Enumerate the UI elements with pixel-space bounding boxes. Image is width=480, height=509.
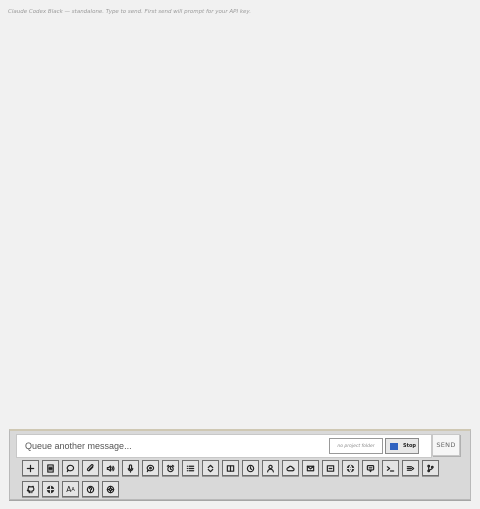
expand-collapse-icon[interactable] [202, 460, 219, 476]
help-icon[interactable] [82, 481, 99, 497]
project-folder-button[interactable]: no project folder [329, 438, 383, 454]
alarm-clock-icon[interactable] [162, 460, 179, 476]
folder-icon[interactable] [322, 460, 339, 476]
message-input[interactable] [17, 435, 317, 457]
message-input-row: no project folder Stop [16, 434, 432, 458]
github-icon[interactable] [22, 481, 39, 497]
status-text: Claude Codex Black — standalone. Type to… [8, 9, 251, 15]
speaker-icon[interactable] [102, 460, 119, 476]
mail-icon[interactable] [302, 460, 319, 476]
font-size-small-glyph: A [71, 487, 75, 493]
send-button[interactable]: SEND [432, 434, 460, 456]
stop-button[interactable]: Stop [385, 438, 419, 454]
speech-bubble-icon[interactable] [362, 460, 379, 476]
microphone-icon[interactable] [122, 460, 139, 476]
terminal-icon[interactable] [382, 460, 399, 476]
globe-grid-icon[interactable] [42, 481, 59, 497]
list-icon[interactable] [182, 460, 199, 476]
chat-bubble-icon[interactable] [62, 460, 79, 476]
font-size-icon[interactable]: AA [62, 481, 79, 497]
stop-square-icon [390, 442, 398, 450]
settings-icon[interactable] [102, 481, 119, 497]
chat-search-icon[interactable] [142, 460, 159, 476]
paperclip-icon[interactable] [82, 460, 99, 476]
document-icon[interactable] [42, 460, 59, 476]
git-branch-icon[interactable] [422, 460, 439, 476]
person-icon[interactable] [262, 460, 279, 476]
columns-icon[interactable] [222, 460, 239, 476]
stop-label: Stop [403, 443, 417, 449]
timer-icon[interactable] [242, 460, 259, 476]
queue-list-icon[interactable] [402, 460, 419, 476]
globe-icon[interactable] [342, 460, 359, 476]
cloud-icon[interactable] [282, 460, 299, 476]
composer-panel: no project folder Stop SEND AA [9, 429, 471, 500]
plus-icon[interactable] [22, 460, 39, 476]
